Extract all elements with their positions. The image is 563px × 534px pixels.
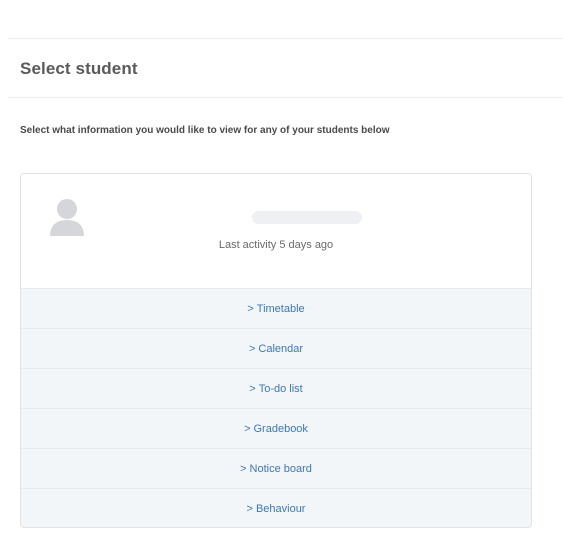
menu-item-label: Calendar (258, 342, 304, 355)
page-title: Select student (20, 59, 138, 78)
chevron-right-icon: > (247, 302, 254, 315)
header-divider-top (8, 38, 563, 39)
menu-item-todo-list[interactable]: > To-do list (21, 368, 531, 408)
menu-item-notice-board[interactable]: > Notice board (21, 448, 531, 488)
student-card-header: Last activity 5 days ago (21, 174, 531, 288)
menu-item-calendar[interactable]: > Calendar (21, 328, 531, 368)
page: Select student Select what information y… (0, 0, 563, 534)
instructions-text: Select what information you would like t… (20, 125, 390, 136)
student-card: Last activity 5 days ago > Timetable > C… (20, 173, 532, 528)
last-activity-text: Last activity 5 days ago (218, 239, 334, 251)
header-divider-bottom (8, 97, 563, 98)
menu-item-label: Behaviour (255, 502, 306, 515)
chevron-right-icon: > (246, 502, 253, 515)
chevron-right-icon: > (248, 342, 256, 355)
menu-item-label: To-do list (258, 382, 303, 395)
menu-item-label: Timetable (256, 302, 305, 315)
chevron-right-icon: > (244, 422, 251, 435)
student-menu: > Timetable > Calendar > To-do list > Gr… (21, 288, 531, 527)
menu-item-behaviour[interactable]: > Behaviour (21, 488, 531, 527)
chevron-right-icon: > (240, 462, 247, 475)
user-silhouette-icon (48, 196, 86, 238)
menu-item-label: Notice board (249, 462, 312, 475)
menu-item-timetable[interactable]: > Timetable (21, 288, 531, 328)
chevron-right-icon: > (249, 382, 256, 395)
student-name-placeholder (252, 211, 362, 224)
menu-item-label: Gradebook (253, 422, 308, 435)
menu-item-gradebook[interactable]: > Gradebook (21, 408, 531, 448)
